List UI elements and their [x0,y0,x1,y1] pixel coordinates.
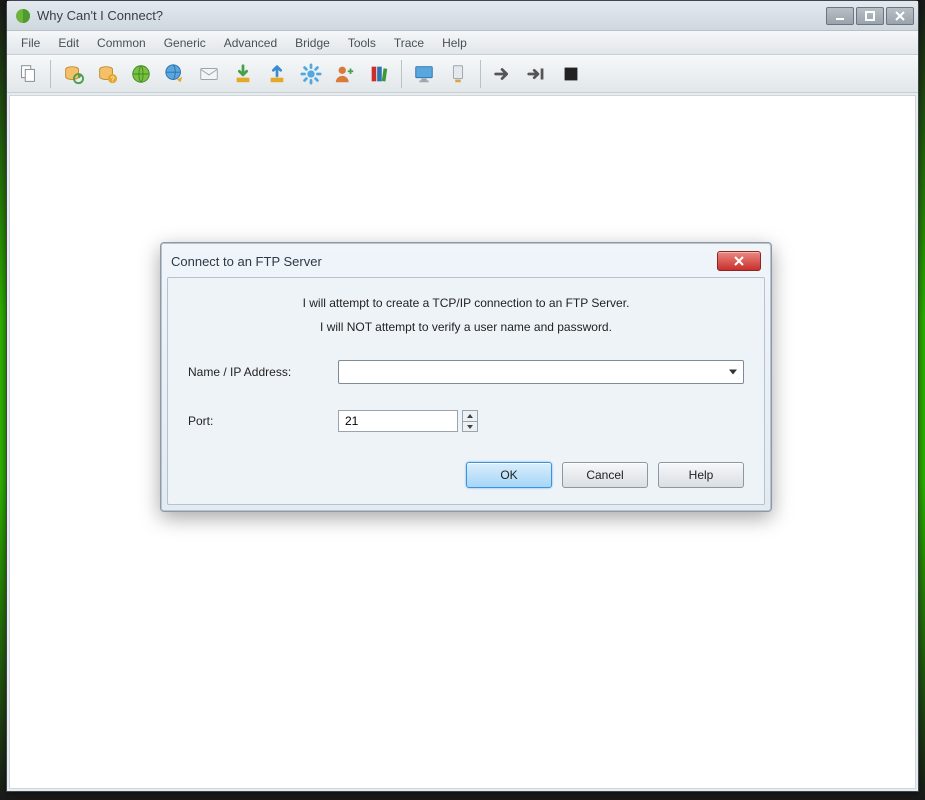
globe-arrow-icon[interactable] [160,59,190,89]
app-icon [15,8,31,24]
help-button[interactable]: Help [658,462,744,488]
port-spinner [462,410,478,432]
gear-icon[interactable] [296,59,326,89]
menu-edit[interactable]: Edit [50,33,87,53]
mail-icon[interactable] [194,59,224,89]
close-button[interactable] [886,7,914,25]
spinner-down-button[interactable] [463,421,477,431]
copy-icon[interactable] [13,59,43,89]
main-window: Why Can't I Connect? File Edit Common Ge… [6,0,919,792]
menu-advanced[interactable]: Advanced [216,33,285,53]
dialog-close-button[interactable] [717,251,761,271]
books-icon[interactable] [364,59,394,89]
svg-text:?: ? [110,74,114,83]
db-refresh-icon[interactable] [58,59,88,89]
user-add-icon[interactable] [330,59,360,89]
maximize-button[interactable] [856,7,884,25]
menu-common[interactable]: Common [89,33,154,53]
dialog-titlebar[interactable]: Connect to an FTP Server [167,249,765,277]
upload-icon[interactable] [262,59,292,89]
menu-tools[interactable]: Tools [340,33,384,53]
chevron-down-icon [729,370,737,375]
db-question-icon[interactable]: ? [92,59,122,89]
menu-file[interactable]: File [13,33,48,53]
dialog-button-row: OK Cancel Help [188,462,744,488]
menu-help[interactable]: Help [434,33,475,53]
spinner-up-button[interactable] [463,411,477,421]
menu-trace[interactable]: Trace [386,33,432,53]
titlebar[interactable]: Why Can't I Connect? [7,1,918,31]
download-icon[interactable] [228,59,258,89]
dialog-message-1: I will attempt to create a TCP/IP connec… [188,296,744,310]
port-row: Port: [188,410,744,432]
port-label: Port: [188,414,338,428]
window-title: Why Can't I Connect? [37,8,163,23]
minimize-button[interactable] [826,7,854,25]
name-ip-label: Name / IP Address: [188,365,338,379]
monitor-icon[interactable] [409,59,439,89]
toolbar: ? [7,55,918,93]
toolbar-separator [480,60,481,88]
content-area: Connect to an FTP Server I will attempt … [9,95,916,789]
menu-generic[interactable]: Generic [156,33,214,53]
globe-icon[interactable] [126,59,156,89]
ok-button[interactable]: OK [466,462,552,488]
dialog-title: Connect to an FTP Server [171,254,322,269]
dialog-message-2: I will NOT attempt to verify a user name… [188,320,744,334]
host-icon[interactable] [443,59,473,89]
menu-bridge[interactable]: Bridge [287,33,338,53]
port-input[interactable] [338,410,458,432]
cancel-button[interactable]: Cancel [562,462,648,488]
desktop-edge [919,0,925,800]
arrow-right-icon[interactable] [488,59,518,89]
name-ip-combobox[interactable] [338,360,744,384]
toolbar-separator [50,60,51,88]
name-ip-row: Name / IP Address: [188,360,744,384]
ftp-connect-dialog: Connect to an FTP Server I will attempt … [160,242,772,512]
menubar: File Edit Common Generic Advanced Bridge… [7,31,918,55]
toolbar-separator [401,60,402,88]
stop-icon[interactable] [556,59,586,89]
window-controls [826,7,914,25]
arrow-skip-icon[interactable] [522,59,552,89]
dialog-body: I will attempt to create a TCP/IP connec… [167,277,765,505]
